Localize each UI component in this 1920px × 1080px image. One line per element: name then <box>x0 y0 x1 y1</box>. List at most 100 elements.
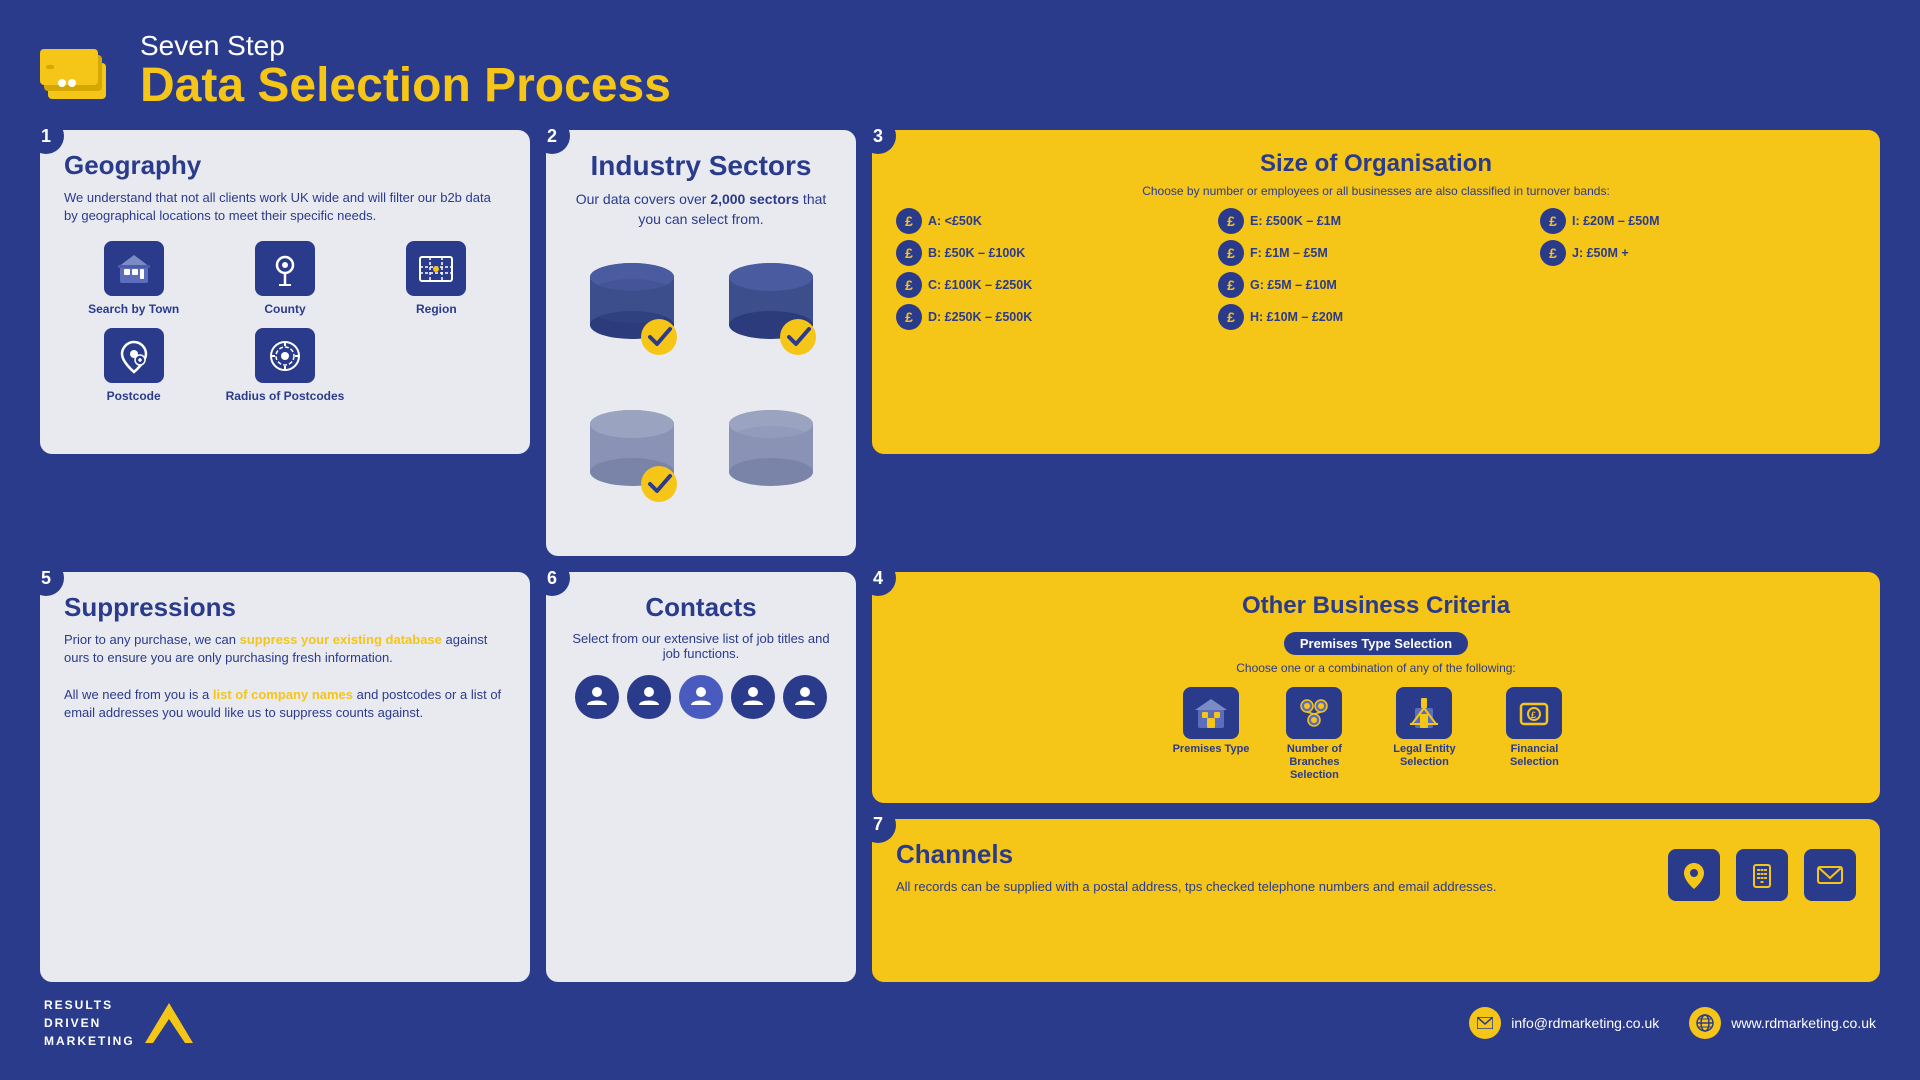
footer-website-text: www.rdmarketing.co.uk <box>1731 1015 1876 1031</box>
footer-email-text: info@rdmarketing.co.uk <box>1511 1015 1659 1031</box>
step-7-badge: 7 <box>860 807 896 843</box>
db-icon-1 <box>570 259 693 389</box>
channels-card: 7 Channels All records can be supplied w… <box>872 819 1880 982</box>
premises-badge: Premises Type Selection <box>1284 632 1468 655</box>
channel-location-icon <box>1668 849 1720 901</box>
branches-icon <box>1286 687 1342 739</box>
pound-icon-d: £ <box>896 304 922 330</box>
pound-icon-g: £ <box>1218 272 1244 298</box>
contact-icons <box>570 675 832 719</box>
region-icon <box>406 241 466 296</box>
region-label: Region <box>416 302 457 316</box>
geography-body: We understand that not all clients work … <box>64 189 506 225</box>
premises-type-icon <box>1183 687 1239 739</box>
step-1-badge: 1 <box>28 118 64 154</box>
size-desc: Choose by number or employees or all bus… <box>896 184 1856 198</box>
radius-label: Radius of Postcodes <box>226 389 345 403</box>
legal-entity-icon-item: Legal Entity Selection <box>1379 687 1469 769</box>
other-title: Other Business Criteria <box>896 592 1856 620</box>
db-icon-4 <box>709 406 832 536</box>
legal-entity-icon <box>1396 687 1452 739</box>
size-title: Size of Organisation <box>896 150 1856 178</box>
financial-icon-item: £ Financial Selection <box>1489 687 1579 769</box>
channels-body: All records can be supplied with a posta… <box>896 878 1648 896</box>
contact-person-3 <box>679 675 723 719</box>
geo-icon-town: Search by Town <box>64 241 203 316</box>
industry-card: 2 Industry Sectors Our data covers over … <box>546 130 856 556</box>
size-item-d: £ D: £250K – £500K <box>896 304 1212 330</box>
radius-icon <box>255 328 315 383</box>
pound-icon-j: £ <box>1540 240 1566 266</box>
county-label: County <box>264 302 305 316</box>
size-item-g: £ G: £5M – £10M <box>1218 272 1534 298</box>
size-grid: £ A: <£50K £ E: £500K – £1M £ I: £20M – … <box>896 208 1856 330</box>
footer-email: info@rdmarketing.co.uk <box>1469 1007 1659 1039</box>
geo-icon-radius: Radius of Postcodes <box>215 328 354 403</box>
contact-person-2 <box>627 675 671 719</box>
footer-logo-line2: DRIVEN <box>44 1014 135 1032</box>
pound-icon-b: £ <box>896 240 922 266</box>
geography-icons: Search by Town County <box>64 241 506 403</box>
industry-desc: Our data covers over 2,000 sectors that … <box>570 190 832 229</box>
other-card: 4 Other Business Criteria Premises Type … <box>872 572 1880 803</box>
db-icon-2 <box>709 259 832 389</box>
size-item-e: £ E: £500K – £1M <box>1218 208 1534 234</box>
legal-entity-label: Legal Entity Selection <box>1379 743 1469 769</box>
size-item-h: £ H: £10M – £20M <box>1218 304 1534 330</box>
geo-icon-region: Region <box>367 241 506 316</box>
geography-card: 1 Geography We understand that not all c… <box>40 130 530 454</box>
other-desc: Choose one or a combination of any of th… <box>896 661 1856 675</box>
step-2-badge: 2 <box>534 118 570 154</box>
step-5-badge: 5 <box>28 560 64 596</box>
footer-logo-line1: RESULTS <box>44 996 135 1014</box>
contacts-desc: Select from our extensive list of job ti… <box>570 631 832 661</box>
premises-type-icon-item: Premises Type <box>1173 687 1250 756</box>
geo-icon-postcode: Postcode <box>64 328 203 403</box>
svg-text:£: £ <box>1531 710 1536 720</box>
footer-logo-text: RESULTS DRIVEN MARKETING <box>44 996 135 1050</box>
pound-icon-a: £ <box>896 208 922 234</box>
pound-icon-c: £ <box>896 272 922 298</box>
size-item-f: £ F: £1M – £5M <box>1218 240 1534 266</box>
footer-logo: RESULTS DRIVEN MARKETING <box>44 996 193 1050</box>
postcode-label: Postcode <box>107 389 161 403</box>
footer-rdm-icon <box>145 1003 193 1043</box>
channels-icons <box>1668 839 1856 901</box>
size-card: 3 Size of Organisation Choose by number … <box>872 130 1880 454</box>
branches-label: Number of Branches Selection <box>1269 743 1359 783</box>
channels-content: Channels All records can be supplied wit… <box>896 839 1856 901</box>
pound-icon-f: £ <box>1218 240 1244 266</box>
branches-icon-item: Number of Branches Selection <box>1269 687 1359 783</box>
industry-title: Industry Sectors <box>570 150 832 182</box>
size-item-j: £ J: £50M + <box>1540 240 1856 266</box>
county-icon <box>255 241 315 296</box>
header: Seven Step Data Selection Process <box>40 30 1880 110</box>
contact-person-5 <box>783 675 827 719</box>
other-icons: Premises Type <box>896 687 1856 783</box>
header-subtitle: Seven Step <box>140 30 671 62</box>
channel-phone-icon <box>1736 849 1788 901</box>
header-text: Seven Step Data Selection Process <box>140 30 671 110</box>
premises-type-label: Premises Type <box>1173 743 1250 756</box>
pound-icon-i: £ <box>1540 208 1566 234</box>
channels-text: Channels All records can be supplied wit… <box>896 839 1648 896</box>
size-item-c: £ C: £100K – £250K <box>896 272 1212 298</box>
header-title: Data Selection Process <box>140 62 671 110</box>
financial-label: Financial Selection <box>1489 743 1579 769</box>
step-4-badge: 4 <box>860 560 896 596</box>
geography-title: Geography <box>64 150 506 181</box>
header-icon <box>40 35 120 105</box>
email-icon <box>1469 1007 1501 1039</box>
pound-icon-h: £ <box>1218 304 1244 330</box>
town-label: Search by Town <box>88 302 179 316</box>
step-3-badge: 3 <box>860 118 896 154</box>
contact-person-1 <box>575 675 619 719</box>
company-names-link: list of company names <box>213 687 353 702</box>
db-icon-3 <box>570 406 693 536</box>
postcode-icon <box>104 328 164 383</box>
pound-icon-e: £ <box>1218 208 1244 234</box>
suppress-link: suppress your existing database <box>240 632 442 647</box>
suppressions-title: Suppressions <box>64 592 506 623</box>
size-item-a: £ A: <£50K <box>896 208 1212 234</box>
financial-icon: £ <box>1506 687 1562 739</box>
